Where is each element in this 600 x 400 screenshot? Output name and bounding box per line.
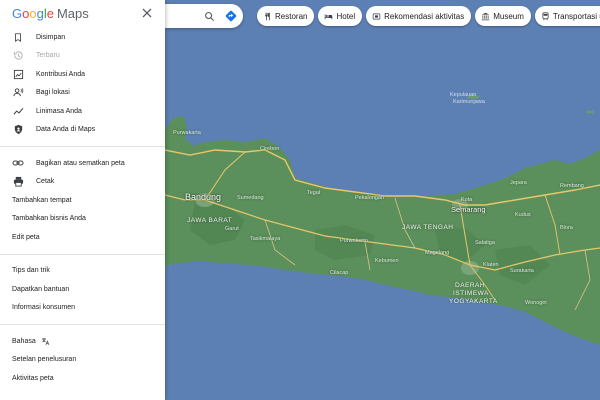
contributions-icon xyxy=(12,68,24,80)
map-label-jepara: Jepara xyxy=(510,180,527,186)
map-label-kudus: Kudus xyxy=(515,212,531,218)
map-label-blora: Blora xyxy=(560,225,573,231)
attractions-icon xyxy=(372,12,381,21)
menu-item-edit-peta[interactable]: Edit peta xyxy=(0,228,165,247)
menu-item-disimpan[interactable]: Disimpan xyxy=(0,28,165,47)
history-icon xyxy=(12,50,24,62)
map-label-magelang: Magelang xyxy=(425,250,450,256)
menu-section-actions: Bagikan atau sematkan peta Cetak Tambahk… xyxy=(0,152,165,249)
translate-icon xyxy=(41,337,50,346)
google-maps-logo: Go o g l e Maps xyxy=(12,5,89,21)
chip-hotel[interactable]: Hotel xyxy=(318,6,363,26)
map-label-surakarta: Surakarta xyxy=(510,268,534,274)
map-label-kebumen: Kebumen xyxy=(375,258,399,264)
map-label-rembang: Rembang xyxy=(560,183,584,189)
menu-item-dapatkan-bantuan[interactable]: Dapatkan bantuan xyxy=(0,280,165,299)
shield-icon xyxy=(12,124,24,136)
map-label-bandung[interactable]: Bandung xyxy=(185,192,221,202)
map-label-purwakarta: Purwakarta xyxy=(173,130,201,136)
menu-item-data-anda-di-maps[interactable]: Data Anda di Maps xyxy=(0,121,165,140)
bookmark-icon xyxy=(12,31,24,43)
map-label-kepulauan: Kepulauan xyxy=(450,92,477,98)
map-label-daerah: DAERAH xyxy=(455,282,486,289)
menu-item-bahasa[interactable]: Bahasa xyxy=(0,332,165,351)
search-box[interactable] xyxy=(165,4,243,28)
sidebar-menu: Go o g l e Maps Disimpan Terbaru Kontribusi A… xyxy=(0,0,165,400)
menu-section-personal: Disimpan Terbaru Kontribusi Anda Bagi lo… xyxy=(0,26,165,141)
map-label-wonogiri: Wonogiri xyxy=(525,300,547,306)
map-label-jawa-tengah: JAWA TENGAH xyxy=(402,224,454,231)
close-icon[interactable] xyxy=(141,7,153,19)
map-label-jawa-barat: JAWA BARAT xyxy=(187,217,233,224)
menu-item-bagi-lokasi[interactable]: Bagi lokasi xyxy=(0,84,165,103)
map-label-salatiga: Salatiga xyxy=(475,240,495,246)
map-label-semarang[interactable]: Semarang xyxy=(451,205,486,214)
restaurant-icon xyxy=(263,12,272,21)
map-canvas[interactable]: Kepulauan Karimunjawa Bandung JAWA BARAT… xyxy=(165,0,600,400)
location-sharing-icon xyxy=(12,87,24,99)
menu-item-kontribusi-anda[interactable]: Kontribusi Anda xyxy=(0,65,165,84)
museum-icon xyxy=(481,12,490,21)
link-icon xyxy=(12,157,24,169)
map-label-yogyakarta: YOGYAKARTA xyxy=(449,298,498,305)
menu-item-aktivitas-peta[interactable]: Aktivitas peta xyxy=(0,369,165,388)
directions-icon[interactable] xyxy=(223,8,239,24)
menu-section-help: Tips dan trik Dapatkan bantuan Informasi… xyxy=(0,260,165,320)
sidebar-header: Go o g l e Maps xyxy=(0,0,165,26)
search-icon[interactable] xyxy=(201,8,217,24)
menu-item-bagikan-peta[interactable]: Bagikan atau sematkan peta xyxy=(0,154,165,173)
menu-item-tips-dan-trik[interactable]: Tips dan trik xyxy=(0,262,165,281)
category-chips: Restoran Hotel Rekomendasi aktivitas Mus… xyxy=(257,6,600,26)
chip-restoran[interactable]: Restoran xyxy=(257,6,315,26)
map-label-tegal: Tegal xyxy=(307,190,321,196)
menu-item-linimasa-anda[interactable]: Linimasa Anda xyxy=(0,102,165,121)
map-label-istimewa: ISTIMEWA xyxy=(453,290,489,297)
map-label-purwokerto: Purwokerto xyxy=(340,238,368,244)
map-label-garut: Garut xyxy=(225,226,239,232)
map-label-pekalongan: Pekalongan xyxy=(355,195,385,201)
print-icon xyxy=(12,176,24,188)
timeline-icon xyxy=(12,105,24,117)
map-label-karimunjawa: Karimunjawa xyxy=(453,99,485,105)
transit-icon xyxy=(541,11,550,21)
menu-item-tambahkan-bisnis[interactable]: Tambahkan bisnis Anda xyxy=(0,210,165,229)
menu-item-setelan-penelusuran[interactable]: Setelan penelusuran xyxy=(0,351,165,370)
map-label-sumedang: Sumedang xyxy=(237,195,264,201)
map-label-tasikmalaya: Tasikmalaya xyxy=(250,236,281,242)
chip-museum[interactable]: Museum xyxy=(475,6,531,26)
divider xyxy=(0,253,165,255)
map-label-cirebon: Cirebon xyxy=(260,146,280,152)
chip-rekomendasi-aktivitas[interactable]: Rekomendasi aktivitas xyxy=(366,6,472,26)
menu-section-settings: Bahasa Setelan penelusuran Aktivitas pet… xyxy=(0,330,165,390)
chip-transportasi-umum[interactable]: Transportasi umum xyxy=(534,6,600,26)
menu-item-tambahkan-tempat[interactable]: Tambahkan tempat xyxy=(0,191,165,210)
divider xyxy=(0,146,165,147)
map-label-cilacap: Cilacap xyxy=(330,270,349,276)
menu-item-terbaru[interactable]: Terbaru xyxy=(0,47,165,66)
menu-item-informasi-konsumen[interactable]: Informasi konsumen xyxy=(0,299,165,318)
menu-item-cetak[interactable]: Cetak xyxy=(0,173,165,192)
hotel-icon xyxy=(324,12,333,21)
map-label-klaten: Klaten xyxy=(483,262,499,268)
map-label-kota: Kota xyxy=(461,197,473,203)
divider xyxy=(0,324,165,325)
